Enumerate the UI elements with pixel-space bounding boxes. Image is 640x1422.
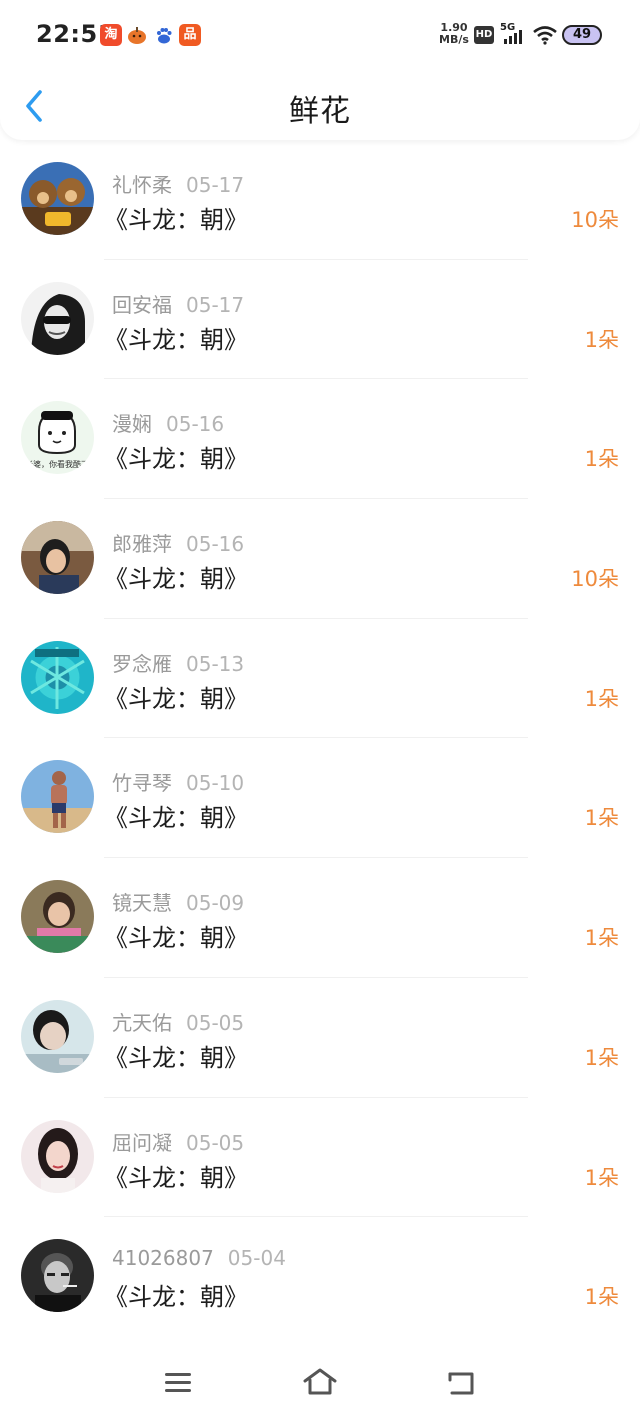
book-title: 《斗龙：朝》 <box>104 924 248 953</box>
book-title: 《斗龙：朝》 <box>104 325 248 354</box>
sender-name: 41026807 <box>112 1246 214 1271</box>
network-speed: 1.90 MB/s <box>439 21 469 46</box>
gift-date: 05-16 <box>166 412 225 437</box>
app-header: 22:51 淘 品 1.90 MB/s HD 5G 49 鲜花 <box>0 0 640 140</box>
gift-date: 05-09 <box>186 891 245 916</box>
sender-name: 罗念雁 <box>112 651 172 676</box>
list-item[interactable]: 礼怀柔 05-17 《斗龙：朝》 10朵 <box>0 140 640 260</box>
gift-date: 05-04 <box>227 1246 286 1271</box>
sender-info: 礼怀柔 05-17 <box>112 169 244 198</box>
gift-date: 05-16 <box>186 532 245 557</box>
avatar <box>21 880 94 954</box>
gift-date: 05-05 <box>186 1010 245 1035</box>
system-nav-bar <box>0 1340 640 1422</box>
book-title: 《斗龙：朝》 <box>104 804 248 833</box>
list-item[interactable]: 罗念雁 05-13 《斗龙：朝》 1朵 <box>0 619 640 739</box>
sender-name: 回安福 <box>112 292 172 317</box>
book-title: 《斗龙：朝》 <box>104 445 248 474</box>
sender-name: 镜天慧 <box>112 891 172 916</box>
sender-name: 漫娴 <box>112 412 152 437</box>
list-item[interactable]: 镜天慧 05-09 《斗龙：朝》 1朵 <box>0 858 640 978</box>
avatar <box>21 760 94 834</box>
sender-name: 礼怀柔 <box>112 173 172 197</box>
list-item[interactable]: 亢天佑 05-05 《斗龙：朝》 1朵 <box>0 978 640 1098</box>
gift-date: 05-13 <box>186 651 245 676</box>
gift-date: 05-17 <box>186 173 245 197</box>
list-item[interactable]: 屈问凝 05-05 《斗龙：朝》 1朵 <box>0 1098 640 1218</box>
book-title: 《斗龙：朝》 <box>104 206 248 234</box>
pinduoduo-app-icon: 品 <box>179 24 201 46</box>
sender-name: 亢天佑 <box>112 1010 172 1035</box>
avatar: 老婆，你看我酷不 <box>21 401 94 475</box>
flower-count: 1朵 <box>584 447 619 472</box>
hd-badge: HD <box>474 26 494 44</box>
gift-date: 05-10 <box>186 771 245 796</box>
home-icon <box>303 1368 337 1395</box>
list-item[interactable]: 竹寻琴 05-10 《斗龙：朝》 1朵 <box>0 738 640 859</box>
status-bar: 22:51 淘 品 1.90 MB/s HD 5G 49 <box>0 0 640 70</box>
flower-count: 1朵 <box>584 806 619 831</box>
home-button[interactable] <box>302 1366 338 1398</box>
book-title: 《斗龙：朝》 <box>104 565 248 594</box>
back-nav-button[interactable] <box>444 1366 480 1398</box>
list-item[interactable]: 老婆，你看我酷不 漫娴 05-16 《斗龙：朝》 1朵 <box>0 379 640 500</box>
sender-name: 郎雅萍 <box>112 532 172 557</box>
taobao-app-icon: 淘 <box>100 24 122 46</box>
avatar <box>21 281 94 355</box>
sender-info: 罗念雁 05-13 <box>112 648 244 677</box>
avatar <box>21 1119 94 1193</box>
list-item[interactable]: 郎雅萍 05-16 《斗龙：朝》 10朵 <box>0 499 640 619</box>
return-icon <box>448 1372 474 1395</box>
book-title: 《斗龙：朝》 <box>104 1163 248 1192</box>
avatar <box>21 999 94 1073</box>
flower-count: 1朵 <box>584 926 619 951</box>
sender-info: 41026807 05-04 <box>112 1246 286 1270</box>
flower-count: 1朵 <box>584 327 619 352</box>
flower-count: 1朵 <box>584 686 619 711</box>
wifi-icon <box>532 24 558 46</box>
sender-info: 漫娴 05-16 <box>112 408 224 437</box>
book-title: 《斗龙：朝》 <box>104 684 248 713</box>
avatar <box>21 521 94 595</box>
menu-button[interactable] <box>160 1366 196 1398</box>
sender-info: 亢天佑 05-05 <box>112 1007 244 1036</box>
avatar <box>21 1239 94 1313</box>
book-title: 《斗龙：朝》 <box>104 1283 248 1312</box>
gift-date: 05-17 <box>186 292 245 317</box>
flower-count: 10朵 <box>571 567 619 592</box>
flower-count: 10朵 <box>571 208 619 232</box>
sender-name: 竹寻琴 <box>112 771 172 796</box>
sender-info: 屈问凝 05-05 <box>112 1127 244 1156</box>
list-item[interactable]: 回安福 05-17 《斗龙：朝》 1朵 <box>0 260 640 380</box>
list-item[interactable]: 41026807 05-04 《斗龙：朝》 1朵 <box>0 1217 640 1337</box>
avatar-caption: 老婆，你看我酷不 <box>25 459 89 469</box>
sender-info: 竹寻琴 05-10 <box>112 767 244 796</box>
avatar <box>21 640 94 714</box>
flower-count: 1朵 <box>584 1285 619 1310</box>
page-title: 鲜花 <box>289 94 351 129</box>
pumpkin-app-icon <box>126 24 148 46</box>
sender-info: 镜天慧 05-09 <box>112 887 244 916</box>
flower-count: 1朵 <box>584 1165 619 1190</box>
flower-count: 1朵 <box>584 1045 619 1070</box>
gift-date: 05-05 <box>186 1130 245 1155</box>
sender-name: 屈问凝 <box>112 1130 172 1155</box>
flower-gift-list: 礼怀柔 05-17 《斗龙：朝》 10朵 回安福 05-17 《斗龙：朝》 1朵 <box>0 140 640 1337</box>
avatar <box>21 162 94 235</box>
sender-info: 郎雅萍 05-16 <box>112 528 244 557</box>
battery-indicator: 49 <box>562 25 602 45</box>
menu-icon <box>165 1373 191 1392</box>
baidu-app-icon <box>153 24 175 46</box>
sender-info: 回安福 05-17 <box>112 289 244 318</box>
signal-5g-icon: 5G <box>500 22 526 46</box>
book-title: 《斗龙：朝》 <box>104 1043 248 1072</box>
